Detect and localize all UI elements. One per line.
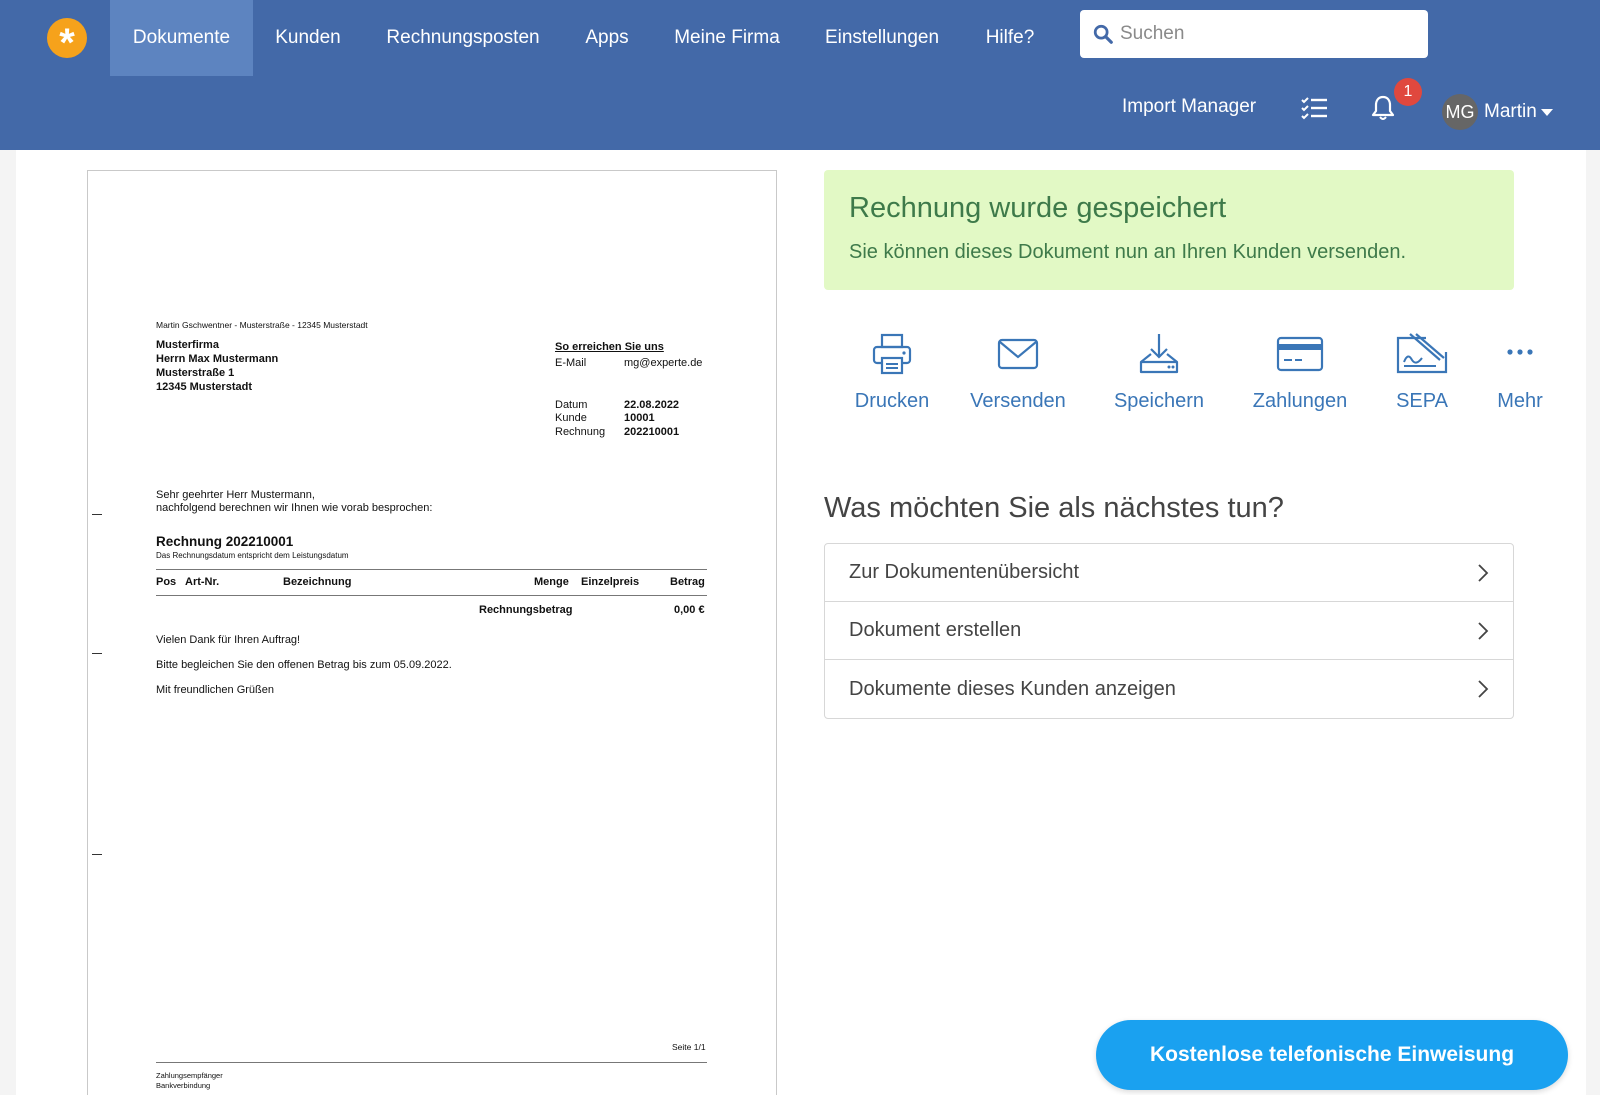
doc-sender-line: Martin Gschwentner - Musterstraße - 1234… bbox=[156, 320, 368, 330]
next-steps-list: Zur Dokumentenübersicht Dokument erstell… bbox=[824, 543, 1514, 719]
save-label: Speichern bbox=[1113, 390, 1205, 412]
search-box[interactable] bbox=[1080, 10, 1428, 58]
notification-badge: 1 bbox=[1394, 78, 1422, 106]
doc-contact-heading: So erreichen Sie uns bbox=[555, 341, 664, 353]
doc-page-number: Seite 1/1 bbox=[672, 1042, 706, 1052]
fold-mark bbox=[92, 514, 102, 515]
payments-button[interactable]: Zahlungen bbox=[1248, 332, 1352, 413]
doc-footer-bank: Bankverbindung bbox=[156, 1081, 211, 1090]
more-button[interactable]: Mehr bbox=[1490, 332, 1550, 413]
doc-email-label: E-Mail bbox=[555, 357, 587, 369]
doc-total-label: Rechnungsbetrag bbox=[479, 604, 573, 616]
avatar: MG bbox=[1442, 94, 1478, 130]
doc-date-value: 22.08.2022 bbox=[624, 399, 680, 411]
doc-title: Rechnung 202210001 bbox=[156, 534, 294, 549]
send-button[interactable]: Versenden bbox=[966, 332, 1070, 413]
nav-item-einstellungen[interactable]: Einstellungen bbox=[812, 0, 952, 76]
sepa-label: SEPA bbox=[1396, 390, 1448, 412]
user-name: Martin bbox=[1484, 101, 1537, 122]
doc-recipient-line: Musterfirma bbox=[156, 339, 219, 351]
search-icon bbox=[1093, 24, 1113, 44]
col-pos: Pos bbox=[156, 576, 177, 588]
alert-text: Sie können dieses Dokument nun an Ihren … bbox=[849, 241, 1407, 263]
top-navbar: * Dokumente Kunden Rechnungsposten Apps … bbox=[0, 0, 1600, 150]
nav-item-kunden[interactable]: Kunden bbox=[260, 0, 356, 76]
more-dots-icon bbox=[1507, 349, 1533, 355]
app-logo[interactable]: * bbox=[47, 18, 87, 63]
divider bbox=[156, 595, 707, 596]
doc-date-label: Datum bbox=[555, 399, 588, 411]
doc-closing: Mit freundlichen Grüßen bbox=[156, 684, 274, 696]
doc-email-value: mg@experte.de bbox=[624, 357, 703, 369]
next-step-label: Zur Dokumentenübersicht bbox=[849, 561, 1080, 583]
nav-item-apps[interactable]: Apps bbox=[570, 0, 644, 76]
doc-thanks: Vielen Dank für Ihren Auftrag! bbox=[156, 634, 301, 646]
col-art-nr: Art-Nr. bbox=[185, 576, 220, 588]
col-einzelpreis: Einzelpreis bbox=[581, 576, 640, 588]
chevron-right-icon bbox=[1478, 563, 1489, 582]
doc-salutation: Sehr geehrter Herr Mustermann, bbox=[156, 489, 315, 501]
doc-subtitle: Das Rechnungsdatum entspricht dem Leistu… bbox=[156, 551, 349, 560]
nav-item-rechnungsposten[interactable]: Rechnungsposten bbox=[372, 0, 554, 76]
invoice-preview: Martin Gschwentner - Musterstraße - 1234… bbox=[87, 170, 777, 1095]
doc-invoice-value: 202210001 bbox=[624, 426, 680, 438]
divider bbox=[156, 569, 707, 570]
more-label: Mehr bbox=[1497, 390, 1543, 412]
chevron-right-icon bbox=[1478, 680, 1489, 698]
print-label: Drucken bbox=[854, 390, 930, 412]
col-betrag: Betrag bbox=[670, 576, 705, 588]
save-button[interactable]: Speichern bbox=[1110, 332, 1208, 413]
import-manager-link[interactable]: Import Manager bbox=[1122, 96, 1256, 118]
next-step-label: Dokumente dieses Kunden anzeigen bbox=[849, 677, 1176, 700]
next-step-label: Dokument erstellen bbox=[849, 619, 1022, 641]
chevron-right-icon bbox=[1478, 621, 1489, 640]
doc-recipient-line: Herrn Max Mustermann bbox=[156, 353, 279, 365]
sepa-button[interactable]: SEPA bbox=[1392, 332, 1452, 413]
payments-label: Zahlungen bbox=[1252, 390, 1348, 412]
doc-footer-recipient: Zahlungsempfänger bbox=[156, 1071, 223, 1080]
next-step-customer-documents[interactable]: Dokumente dieses Kunden anzeigen bbox=[825, 660, 1513, 718]
free-phone-onboarding-button[interactable]: Kostenlose telefonische Einweisung bbox=[1096, 1020, 1568, 1090]
doc-payment-note: Bitte begleichen Sie den offenen Betrag … bbox=[156, 659, 452, 671]
download-icon bbox=[1139, 334, 1179, 374]
credit-card-icon bbox=[1276, 336, 1324, 372]
print-button[interactable]: Drucken bbox=[846, 332, 938, 413]
fold-mark bbox=[92, 854, 102, 855]
nav-item-meine-firma[interactable]: Meine Firma bbox=[660, 0, 794, 76]
next-step-document-overview[interactable]: Zur Dokumentenübersicht bbox=[825, 544, 1513, 602]
divider bbox=[156, 1062, 707, 1063]
sepa-sign-icon bbox=[1396, 333, 1448, 374]
alert-title: Rechnung wurde gespeichert bbox=[849, 192, 1227, 224]
printer-icon bbox=[872, 333, 912, 375]
doc-customer-label: Kunde bbox=[555, 412, 587, 424]
nav-item-hilfe[interactable]: Hilfe? bbox=[970, 0, 1050, 76]
bell-icon[interactable] bbox=[1370, 94, 1396, 122]
tasks-list-icon[interactable] bbox=[1300, 96, 1328, 120]
col-bezeichnung: Bezeichnung bbox=[283, 576, 352, 588]
envelope-icon bbox=[997, 338, 1039, 370]
doc-customer-value: 10001 bbox=[624, 412, 655, 424]
send-label: Versenden bbox=[970, 390, 1066, 412]
doc-invoice-label: Rechnung bbox=[555, 426, 606, 438]
next-steps-title: Was möchten Sie als nächstes tun? bbox=[824, 492, 1284, 524]
caret-down-icon bbox=[1540, 108, 1553, 116]
doc-recipient-line: 12345 Musterstadt bbox=[156, 381, 252, 393]
fold-mark bbox=[92, 653, 102, 654]
doc-recipient-line: Musterstraße 1 bbox=[156, 367, 235, 379]
nav-item-dokumente[interactable]: Dokumente bbox=[110, 0, 253, 76]
success-alert: Rechnung wurde gespeichert Sie können di… bbox=[824, 170, 1514, 290]
user-menu[interactable]: MG Martin bbox=[1442, 93, 1553, 131]
next-step-create-document[interactable]: Dokument erstellen bbox=[825, 602, 1513, 660]
doc-total-value: 0,00 € bbox=[674, 604, 705, 616]
search-input[interactable] bbox=[1120, 23, 1410, 45]
col-menge: Menge bbox=[534, 576, 569, 588]
doc-intro: nachfolgend berechnen wir Ihnen wie vora… bbox=[156, 502, 433, 514]
